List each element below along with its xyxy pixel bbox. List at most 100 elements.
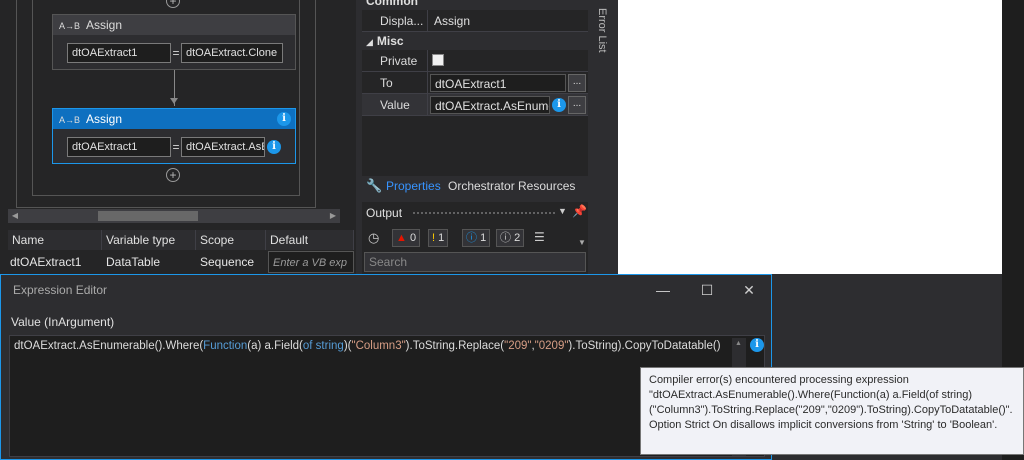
- panel-menu-icon[interactable]: ▼: [558, 206, 567, 216]
- code-segment: ).ToString.Replace(: [405, 340, 505, 352]
- assign-activity-2[interactable]: A→B Assign i dtOAExtract1 = dtOAExtract.A…: [52, 108, 296, 164]
- code-segment: (a) a.Field(: [247, 340, 303, 352]
- expression-argument-label: Value (InArgument): [11, 315, 115, 329]
- wrench-icon: 🔧: [366, 178, 383, 193]
- code-keyword: of string: [302, 340, 344, 352]
- property-value-label: Value: [376, 94, 428, 116]
- assign-title: Assign: [86, 18, 123, 32]
- error-filter-button[interactable]: ▲ 0: [392, 229, 421, 247]
- variables-header-scope[interactable]: Scope: [196, 230, 266, 250]
- properties-panel: Common Displa... Assign ◢ Misc Private To…: [362, 0, 588, 196]
- error-count: 0: [409, 232, 417, 244]
- assign-icon: A→B: [59, 21, 81, 31]
- code-segment: ).ToString).CopyToDatatable(): [568, 340, 721, 352]
- property-value-row: Value dtOAExtract.AsEnumer i ...: [362, 94, 588, 116]
- value-error-icon[interactable]: i: [552, 98, 566, 112]
- info-filter-button[interactable]: ⓘ 1: [462, 229, 491, 247]
- assign-value-field[interactable]: dtOAExtract.AsE: [181, 137, 265, 157]
- trace-count: 2: [514, 232, 521, 244]
- scroll-up-icon[interactable]: ▲: [735, 340, 742, 347]
- assign-activity-1[interactable]: A→B Assign dtOAExtract1 = dtOAExtract.Clo…: [52, 14, 296, 70]
- assign-icon: A→B: [59, 115, 81, 125]
- code-keyword: Function: [203, 340, 248, 352]
- error-list-tab[interactable]: Error List: [596, 8, 608, 53]
- tab-properties[interactable]: Properties: [386, 179, 441, 193]
- variable-default-input[interactable]: Enter a VB exp: [268, 251, 354, 273]
- warning-filter-button[interactable]: ! 1: [428, 229, 449, 247]
- variables-panel: Name Variable type Scope Default dtOAExt…: [0, 228, 356, 274]
- category-misc[interactable]: ◢ Misc: [362, 32, 588, 50]
- property-private-row: Private: [362, 50, 588, 72]
- property-value-input[interactable]: dtOAExtract.AsEnumer: [430, 96, 550, 114]
- misc-label: Misc: [376, 34, 404, 48]
- scroll-right-icon[interactable]: ▶: [326, 209, 340, 223]
- expression-error-icon[interactable]: i: [750, 338, 764, 352]
- assign-title: Assign: [86, 112, 123, 126]
- property-displayname-row: Displa... Assign: [362, 10, 588, 32]
- to-ellipsis-button[interactable]: ...: [568, 74, 586, 92]
- collapse-misc-icon[interactable]: ◢: [366, 37, 373, 47]
- compiler-error-tooltip: Compiler error(s) encountered processing…: [640, 367, 1024, 455]
- info-icon: ⓘ: [466, 232, 477, 244]
- close-button[interactable]: ✕: [733, 279, 765, 301]
- assign-activity-header-selected: A→B Assign: [53, 109, 295, 129]
- error-list-rail[interactable]: Error List: [590, 0, 618, 274]
- tooltip-line: ("Column3").ToString.Replace("209","0209…: [649, 404, 1013, 416]
- output-panel: Output ▼ 📌 ◷ ▲ 0 ! 1 ⓘ 1 ⓘ 2 ☰ ▼ Search: [362, 202, 588, 274]
- property-displayname-label: Displa...: [376, 10, 428, 32]
- property-to-row: To dtOAExtract1 ...: [362, 72, 588, 94]
- blank-document-area: [618, 0, 1002, 274]
- pin-icon[interactable]: 📌: [572, 204, 587, 218]
- property-displayname-value[interactable]: Assign: [430, 12, 586, 30]
- code-string: "209": [504, 340, 532, 352]
- variables-header-default[interactable]: Default: [266, 230, 354, 250]
- trace-icon: ⓘ: [500, 232, 511, 244]
- maximize-button[interactable]: ☐: [691, 279, 723, 301]
- drag-handle[interactable]: [412, 211, 556, 216]
- property-private-label: Private: [376, 50, 428, 72]
- add-activity-bottom-icon[interactable]: +: [166, 168, 180, 182]
- output-title: Output: [366, 206, 403, 220]
- scrollbar-thumb[interactable]: [98, 211, 198, 221]
- trace-filter-button[interactable]: ⓘ 2: [496, 229, 525, 247]
- options-dropdown-icon[interactable]: ▼: [578, 238, 586, 247]
- variable-name-cell[interactable]: dtOAExtract1: [6, 251, 102, 273]
- assign-to-field[interactable]: dtOAExtract1: [67, 43, 171, 63]
- equals-sign: =: [172, 140, 180, 154]
- assign-activity-header: A→B Assign: [53, 15, 295, 35]
- clock-icon[interactable]: ◷: [368, 230, 379, 246]
- assign-value-field[interactable]: dtOAExtract.Clone: [181, 43, 283, 63]
- code-segment: dtOAExtract.AsEnumerable().Where(: [14, 340, 204, 352]
- warning-icon: !: [432, 232, 436, 244]
- scroll-left-icon[interactable]: ◀: [8, 209, 22, 223]
- designer-horizontal-scrollbar[interactable]: ◀ ▶: [8, 209, 340, 223]
- expression-code[interactable]: dtOAExtract.AsEnumerable().Where(Functio…: [14, 340, 721, 352]
- info-count: 1: [480, 232, 487, 244]
- variable-type-cell[interactable]: DataTable: [102, 251, 196, 273]
- value-ellipsis-button[interactable]: ...: [568, 96, 586, 114]
- validation-info-icon[interactable]: i: [277, 112, 291, 126]
- expression-editor-title: Expression Editor: [13, 283, 108, 297]
- value-error-icon[interactable]: i: [267, 140, 281, 154]
- tooltip-line: "dtOAExtract.AsEnumerable().Where(Functi…: [649, 389, 973, 401]
- output-search-input[interactable]: Search: [364, 252, 586, 272]
- code-string: "0209": [534, 340, 569, 352]
- property-to-label: To: [376, 72, 428, 94]
- code-string: "Column3": [351, 340, 406, 352]
- equals-sign: =: [172, 46, 180, 60]
- variables-header-type[interactable]: Variable type: [102, 230, 196, 250]
- property-to-input[interactable]: dtOAExtract1: [430, 74, 566, 92]
- workflow-designer[interactable]: + A→B Assign dtOAExtract1 = dtOAExtract.C…: [0, 0, 356, 230]
- tooltip-line: Compiler error(s) encountered processing…: [649, 374, 909, 386]
- list-options-icon[interactable]: ☰: [534, 230, 545, 244]
- variable-scope-cell[interactable]: Sequence: [196, 251, 266, 273]
- connector-arrow: [170, 98, 178, 104]
- tab-orchestrator-resources[interactable]: Orchestrator Resources: [448, 179, 575, 193]
- variables-header-name[interactable]: Name: [8, 230, 102, 250]
- warning-count: 1: [438, 232, 445, 244]
- minimize-button[interactable]: —: [647, 279, 679, 301]
- properties-tabstrip: 🔧 Properties Orchestrator Resources: [362, 176, 588, 196]
- private-checkbox[interactable]: [432, 54, 444, 66]
- category-common[interactable]: Common: [362, 0, 588, 10]
- assign-to-field[interactable]: dtOAExtract1: [67, 137, 171, 157]
